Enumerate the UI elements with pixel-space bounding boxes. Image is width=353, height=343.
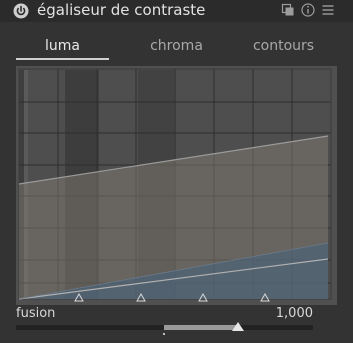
fusion-slider-fill <box>164 325 238 330</box>
fusion-label: fusion <box>16 306 56 321</box>
active-tab-indicator <box>16 58 109 60</box>
module-header: égaliseur de contraste <box>0 0 353 22</box>
fusion-value: 1,000 <box>275 306 313 321</box>
tab-bar: luma chroma contours <box>16 34 337 60</box>
fusion-slider-thumb[interactable] <box>232 322 244 331</box>
reset-icon[interactable] <box>301 3 315 17</box>
fusion-slider[interactable] <box>16 325 313 330</box>
tab-chroma[interactable]: chroma <box>123 34 230 60</box>
menu-icon[interactable] <box>321 3 335 17</box>
module-title: égaliseur de contraste <box>37 1 206 19</box>
power-icon[interactable] <box>13 3 29 19</box>
tab-luma[interactable]: luma <box>16 34 109 60</box>
presets-icon[interactable] <box>281 3 295 17</box>
fusion-slider-tick <box>163 333 165 335</box>
equalizer-graph[interactable] <box>16 66 337 305</box>
tab-contours[interactable]: contours <box>230 34 337 60</box>
